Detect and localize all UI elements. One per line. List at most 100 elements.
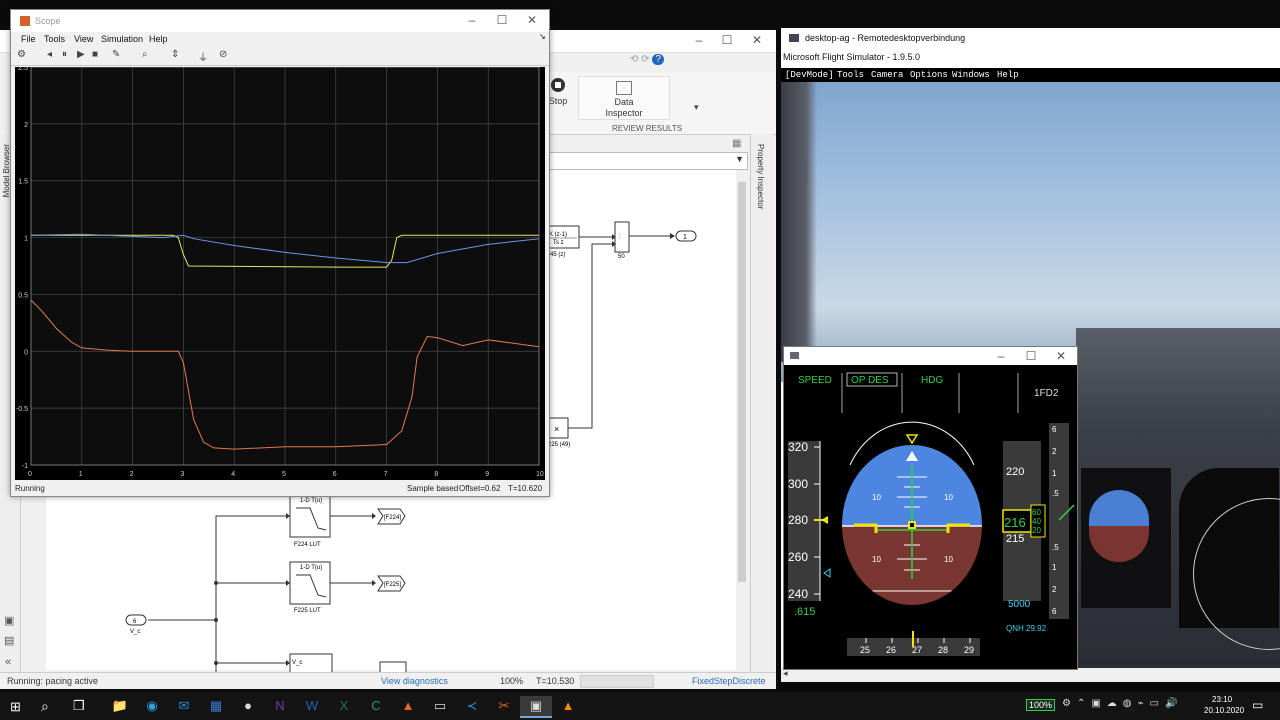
options-menu[interactable]: Options: [910, 70, 948, 80]
scope-minimize-button[interactable]: –: [457, 13, 487, 27]
scope-maximize-button[interactable]: ☐: [487, 13, 517, 27]
lut1-label: F224 LUT: [294, 542, 321, 548]
search-icon[interactable]: ⌕: [41, 698, 49, 715]
cockpit-nd: [1179, 468, 1280, 650]
scope-plot-panel[interactable]: 0 1 2 3 4 5 6 7 8 9 10 2.5 2 1.5 1 0.5 0 -0.5 -1: [15, 67, 545, 480]
lut3-title: V_c: [292, 660, 302, 666]
product-block[interactable]: [614, 221, 630, 253]
menu-tools[interactable]: Tools: [44, 34, 65, 44]
pause-icon[interactable]: ⏸: [62, 49, 67, 60]
help-menu[interactable]: Help: [997, 70, 1019, 80]
system-tray-icons[interactable]: ⚙⌃▣☁◍⌁▭🔊: [1062, 698, 1183, 709]
fma-speed: SPEED: [798, 375, 832, 386]
pfd-maximize-button[interactable]: ☐: [1016, 349, 1046, 363]
vs-tick-label: 6: [1052, 425, 1057, 434]
edge-icon[interactable]: ◉: [136, 696, 168, 718]
vscode-icon[interactable]: ≺: [456, 696, 488, 718]
vs-tick-label: .5: [1052, 489, 1059, 498]
remote-desktop-icon[interactable]: ▣: [520, 696, 552, 718]
vlc-icon[interactable]: ▲: [552, 696, 584, 718]
trigger-icon[interactable]: ⏚: [198, 49, 208, 64]
x-tick-label: 7: [384, 471, 388, 478]
clock-time[interactable]: 23:10: [1212, 695, 1232, 704]
mail-icon[interactable]: ✉: [168, 696, 200, 718]
heading-tick-label: 25: [860, 645, 870, 655]
qnh-setting: QNH 29.92: [1006, 624, 1047, 633]
axes-scale-icon[interactable]: ⇕: [171, 49, 179, 60]
pfd-display: SPEED OP DES HDG 1FD2 320300280260240 .6…: [788, 372, 1075, 656]
scope-title-bar: Scope – ☐ ✕: [11, 10, 549, 32]
terminal-icon[interactable]: ▭: [424, 696, 456, 718]
x-tick-label: 5: [282, 471, 286, 478]
cheat-icon[interactable]: C: [360, 696, 392, 718]
pfd-close-button[interactable]: ✕: [1046, 349, 1076, 363]
speed-tick-label: 280: [788, 513, 808, 527]
solver-link[interactable]: FixedStepDiscrete: [692, 676, 766, 686]
y-tick-label: 0.5: [18, 292, 28, 299]
menu-help[interactable]: Help: [149, 34, 168, 44]
rdp-horizontal-scrollbar[interactable]: ◂: [781, 668, 1280, 682]
menu-simulation[interactable]: Simulation: [101, 34, 143, 44]
scope-menu-bar: File Tools View Simulation Help ↘: [11, 32, 549, 46]
product-block-label: 50: [618, 254, 625, 260]
word-icon[interactable]: W: [296, 696, 328, 718]
scope-offset: Offset=0.62: [459, 484, 501, 493]
onenote-icon[interactable]: N: [264, 696, 296, 718]
speed-tick-label: 260: [788, 550, 808, 564]
scope-title: Scope: [35, 16, 61, 26]
y-tick-label: 1: [24, 236, 28, 243]
menu-dock-icon[interactable]: ↘: [539, 32, 546, 41]
x-tick-label: 0: [28, 471, 32, 478]
camera-menu[interactable]: Camera: [871, 70, 903, 80]
clock-date[interactable]: 20.10.2020: [1204, 706, 1244, 715]
view-diagnostics-link[interactable]: View diagnostics: [381, 676, 448, 686]
snipping-icon[interactable]: ✂: [488, 696, 520, 718]
excel-icon[interactable]: X: [328, 696, 360, 718]
fma-hdg: HDG: [921, 375, 943, 386]
mach-number: .615: [794, 606, 815, 618]
x-tick-label: 9: [485, 471, 489, 478]
x-tick-label: 2: [130, 471, 134, 478]
battery-indicator[interactable]: 100%: [1026, 699, 1056, 711]
scope-sample-mode: Sample based: [407, 484, 459, 493]
matlab-icon[interactable]: ▲: [392, 696, 424, 718]
apple-icon[interactable]: ●: [232, 696, 264, 718]
scope-close-button[interactable]: ✕: [517, 13, 547, 27]
x-tick-label: 4: [231, 471, 235, 478]
play-icon[interactable]: ▶: [77, 49, 85, 60]
highlight-icon[interactable]: ✎: [112, 49, 120, 60]
pfd-minimize-button[interactable]: –: [986, 349, 1016, 363]
start-icon[interactable]: ⊞: [10, 699, 21, 715]
settings-icon[interactable]: ⚙: [17, 49, 26, 60]
goto-f224-label: [F224]: [384, 515, 401, 521]
menu-view[interactable]: View: [74, 34, 93, 44]
rdp-title: desktop-ag - Remotedesktopverbindung: [805, 33, 966, 43]
tools-menu[interactable]: Tools: [837, 70, 864, 80]
altitude-drum: 20: [1032, 526, 1041, 535]
task-view-icon[interactable]: ❒: [73, 698, 85, 714]
menu-file[interactable]: File: [21, 34, 36, 44]
simulink-zoom-level: 100%: [500, 676, 524, 686]
vs-tick-label: 1: [1052, 469, 1057, 478]
devmode-menu[interactable]: [DevMode]: [785, 70, 834, 80]
windows-taskbar: ⊞ ⌕ ❒ 📁 ◉ ✉ ▦ ● N W X C ▲ ▭ ≺ ✂ ▣ ▲ 100% ⚙⌃▣☁◍⌁▭🔊 23:1…: [0, 692, 1280, 720]
goto-f225-label: [F225]: [384, 582, 401, 588]
calculator-icon[interactable]: ▦: [200, 696, 232, 718]
scope-plot[interactable]: 0 1 2 3 4 5 6 7 8 9 10 2.5 2 1.5 1 0.5 0 -0.5 -1: [15, 67, 545, 480]
simulation-progress-bar: [580, 675, 654, 688]
x-tick-label: 8: [434, 471, 438, 478]
pfd-app-icon: [790, 352, 799, 359]
cursor-icon[interactable]: ⊘: [219, 49, 227, 60]
y-tick-label: 2: [24, 122, 28, 129]
speed-tick-label: 320: [788, 440, 808, 454]
stop-icon[interactable]: ■: [92, 49, 98, 60]
vs-tick-label: .5: [1052, 543, 1059, 552]
explorer-icon[interactable]: 📁: [104, 696, 136, 718]
msfs-title: Microsoft Flight Simulator - 1.9.5.0: [783, 52, 921, 62]
speed-target-marker: [823, 568, 831, 578]
step-back-icon[interactable]: ◂: [47, 49, 52, 60]
notification-icon[interactable]: ▭: [1252, 698, 1263, 712]
zoom-icon[interactable]: ⌕: [142, 49, 148, 60]
windows-menu[interactable]: Windows: [952, 70, 990, 80]
lut2-title: 1-D T(u): [300, 565, 322, 571]
